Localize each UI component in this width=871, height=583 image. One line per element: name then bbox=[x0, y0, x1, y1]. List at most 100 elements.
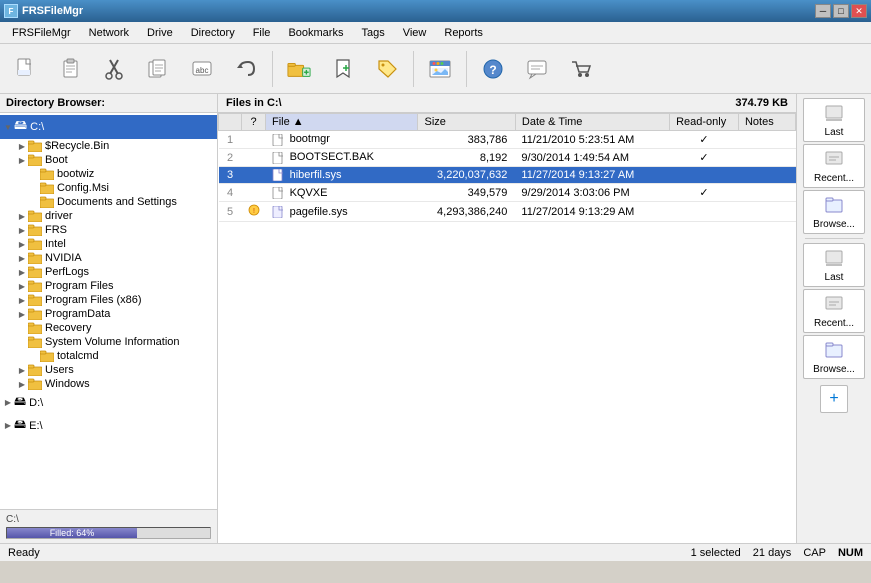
tree-item-frs[interactable]: ▶ FRS bbox=[0, 223, 217, 237]
right-browse2-button[interactable]: Browse... bbox=[803, 335, 865, 379]
tree-item-d-drive[interactable]: ▶ 🖴 D:\ bbox=[0, 391, 217, 414]
right-last-button[interactable]: Last bbox=[803, 98, 865, 142]
directory-tree[interactable]: ▼ 🖴 C:\ ▶ $Recycle.Bin ▶ Boot ▶ bootwiz bbox=[0, 113, 217, 509]
right-recent-button[interactable]: Recent... bbox=[803, 144, 865, 188]
file-icon-4 bbox=[272, 187, 284, 199]
table-row[interactable]: 3 hiberfil.sys 3,220,037,632 11/27/2014 … bbox=[219, 167, 796, 184]
menu-bar: FRSFileMgrNetworkDriveDirectoryFileBookm… bbox=[0, 22, 871, 44]
expander-recycle[interactable]: ▶ bbox=[16, 140, 28, 152]
main-area: Directory Browser: ▼ 🖴 C:\ ▶ $Recycle.Bi… bbox=[0, 94, 871, 543]
file-table: ? File ▲ Size Date & Time Read-only Note… bbox=[218, 113, 796, 222]
folder-icon-perflogs bbox=[28, 266, 42, 278]
right-recent2-button[interactable]: Recent... bbox=[803, 289, 865, 333]
right-browse-button[interactable]: Browse... bbox=[803, 190, 865, 234]
table-row[interactable]: 4 KQVXE 349,579 9/29/2014 3:03:06 PM ✓ bbox=[219, 184, 796, 202]
toolbar-copy[interactable] bbox=[138, 48, 178, 90]
expander-programfilesx86[interactable]: ▶ bbox=[16, 294, 28, 306]
expander-intel[interactable]: ▶ bbox=[16, 238, 28, 250]
expander-windows[interactable]: ▶ bbox=[16, 378, 28, 390]
menu-item-drive[interactable]: Drive bbox=[139, 25, 181, 41]
tree-item-programfiles[interactable]: ▶ Program Files bbox=[0, 279, 217, 293]
toolbar-add-bookmark[interactable] bbox=[323, 48, 363, 90]
table-row[interactable]: 1 bootmgr 383,786 11/21/2010 5:23:51 AM … bbox=[219, 131, 796, 149]
expander-users[interactable]: ▶ bbox=[16, 364, 28, 376]
tree-item-programdata[interactable]: ▶ ProgramData bbox=[0, 307, 217, 321]
col-flag[interactable]: ? bbox=[242, 114, 266, 131]
col-num[interactable] bbox=[219, 114, 242, 131]
expander-d-drive[interactable]: ▶ bbox=[2, 397, 14, 409]
tree-item-users[interactable]: ▶ Users bbox=[0, 363, 217, 377]
tree-item-programfilesx86[interactable]: ▶ Program Files (x86) bbox=[0, 293, 217, 307]
table-row[interactable]: 5 ! pagefile.sys 4,293,386,240 11/27/201… bbox=[219, 202, 796, 222]
toolbar-open[interactable] bbox=[50, 48, 90, 90]
tree-item-windows[interactable]: ▶ Windows bbox=[0, 377, 217, 391]
right-last2-button[interactable]: Last bbox=[803, 243, 865, 287]
tree-item-bootwiz[interactable]: ▶ bootwiz bbox=[0, 167, 217, 181]
row-num-1: 1 bbox=[219, 131, 242, 149]
expander-perflogs[interactable]: ▶ bbox=[16, 266, 28, 278]
tree-item-nvidia[interactable]: ▶ NVIDIA bbox=[0, 251, 217, 265]
expander-driver[interactable]: ▶ bbox=[16, 210, 28, 222]
toolbar-rename[interactable]: abc bbox=[182, 48, 222, 90]
folder-icon-nvidia bbox=[28, 252, 42, 264]
toolbar-cut[interactable] bbox=[94, 48, 134, 90]
toolbar-tag[interactable] bbox=[367, 48, 407, 90]
col-size[interactable]: Size bbox=[418, 114, 515, 131]
expander-frs[interactable]: ▶ bbox=[16, 224, 28, 236]
menu-item-network[interactable]: Network bbox=[81, 25, 137, 41]
file-icon-1 bbox=[272, 134, 284, 146]
tag-icon bbox=[375, 57, 399, 81]
toolbar-new[interactable] bbox=[6, 48, 46, 90]
maximize-button[interactable]: □ bbox=[833, 4, 849, 18]
tree-label-programdata: ProgramData bbox=[45, 308, 110, 320]
right-add-button[interactable]: + bbox=[820, 385, 848, 413]
menu-item-bookmarks[interactable]: Bookmarks bbox=[280, 25, 351, 41]
row-notes-1 bbox=[738, 131, 795, 149]
file-table-container[interactable]: ? File ▲ Size Date & Time Read-only Note… bbox=[218, 113, 796, 543]
drive-icon-d: 🖴 bbox=[14, 392, 26, 413]
menu-item-frsfilemgr[interactable]: FRSFileMgr bbox=[4, 25, 79, 41]
tree-item-intel[interactable]: ▶ Intel bbox=[0, 237, 217, 251]
expander-programfiles[interactable]: ▶ bbox=[16, 280, 28, 292]
toolbar-undo[interactable] bbox=[226, 48, 266, 90]
toolbar-cart[interactable] bbox=[561, 48, 601, 90]
folder-icon-systemvolume bbox=[28, 336, 42, 348]
menu-item-file[interactable]: File bbox=[245, 25, 279, 41]
row-num-5: 5 bbox=[219, 202, 242, 222]
menu-item-view[interactable]: View bbox=[395, 25, 435, 41]
close-button[interactable]: ✕ bbox=[851, 4, 867, 18]
tree-item-recycle[interactable]: ▶ $Recycle.Bin bbox=[0, 139, 217, 153]
toolbar-chat[interactable] bbox=[517, 48, 557, 90]
expander-boot[interactable]: ▶ bbox=[16, 154, 28, 166]
tree-item-perflogs[interactable]: ▶ PerfLogs bbox=[0, 265, 217, 279]
toolbar-help[interactable]: ? bbox=[473, 48, 513, 90]
menu-item-tags[interactable]: Tags bbox=[353, 25, 392, 41]
tree-item-recovery[interactable]: ▶ Recovery bbox=[0, 321, 217, 335]
col-notes[interactable]: Notes bbox=[738, 114, 795, 131]
minimize-button[interactable]: ─ bbox=[815, 4, 831, 18]
expander-e-drive[interactable]: ▶ bbox=[2, 420, 14, 432]
row-size-5: 4,293,386,240 bbox=[418, 202, 515, 222]
tree-item-docs[interactable]: ▶ Documents and Settings bbox=[0, 195, 217, 209]
menu-item-reports[interactable]: Reports bbox=[436, 25, 491, 41]
tree-item-boot[interactable]: ▶ Boot bbox=[0, 153, 217, 167]
col-datetime[interactable]: Date & Time bbox=[515, 114, 669, 131]
tree-item-e-drive[interactable]: ▶ 🖴 E:\ bbox=[0, 414, 217, 437]
expander-nvidia[interactable]: ▶ bbox=[16, 252, 28, 264]
row-flag-1 bbox=[242, 131, 266, 149]
toolbar-browse-folder[interactable] bbox=[279, 48, 319, 90]
expander-programdata[interactable]: ▶ bbox=[16, 308, 28, 320]
status-cap: CAP bbox=[803, 547, 826, 559]
expander-c-drive[interactable]: ▼ bbox=[2, 121, 14, 133]
menu-item-directory[interactable]: Directory bbox=[183, 25, 243, 41]
tree-item-config[interactable]: ▶ Config.Msi bbox=[0, 181, 217, 195]
table-row[interactable]: 2 BOOTSECT.BAK 8,192 9/30/2014 1:49:54 A… bbox=[219, 149, 796, 167]
row-name-1: bootmgr bbox=[266, 131, 418, 149]
toolbar-image-viewer[interactable] bbox=[420, 48, 460, 90]
tree-item-c-drive[interactable]: ▼ 🖴 C:\ bbox=[0, 115, 217, 139]
tree-item-driver[interactable]: ▶ driver bbox=[0, 209, 217, 223]
col-readonly[interactable]: Read-only bbox=[670, 114, 739, 131]
col-file[interactable]: File ▲ bbox=[266, 114, 418, 131]
tree-item-totalcmd[interactable]: ▶ totalcmd bbox=[0, 349, 217, 363]
tree-item-systemvolume[interactable]: ▶ System Volume Information bbox=[0, 335, 217, 349]
